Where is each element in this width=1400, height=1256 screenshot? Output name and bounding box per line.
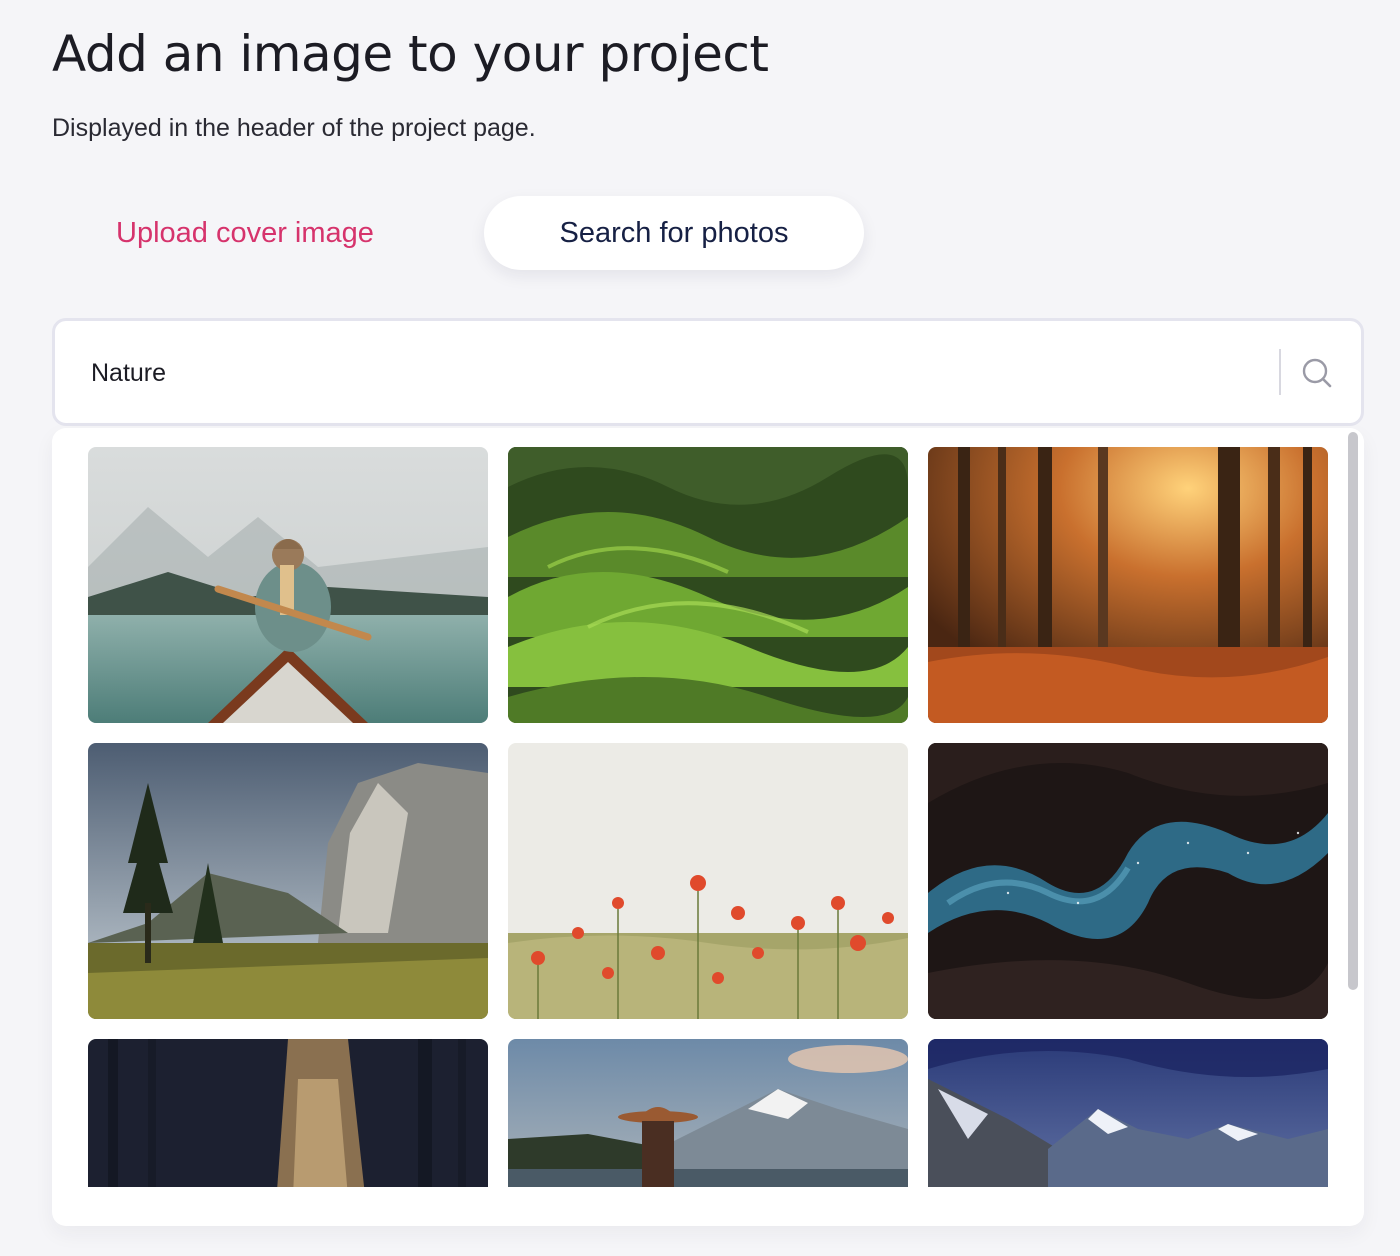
page-subtitle: Displayed in the header of the project p… [52,114,536,142]
photo-snowy-mountains[interactable] [928,1039,1328,1187]
photo-granite-cliff[interactable] [88,743,488,1019]
tab-search-for-photos[interactable]: Search for photos [484,196,864,270]
search-box [52,318,1364,426]
image-source-tabs: Upload cover image Search for photos [52,196,872,272]
photo-dark-forest-trunk[interactable] [88,1039,488,1187]
photo-woman-mountain-lake[interactable] [508,1039,908,1187]
search-input[interactable] [91,345,1251,401]
search-divider [1279,349,1281,395]
photo-grid [88,447,1328,1187]
page-title: Add an image to your project [52,25,769,83]
tab-upload-cover-image[interactable]: Upload cover image [88,196,464,270]
photo-results-panel [52,428,1364,1226]
photo-canoe-lake[interactable] [88,447,488,723]
photo-green-hills[interactable] [508,447,908,723]
results-scrollbar-thumb[interactable] [1348,432,1358,990]
photo-canyon-night[interactable] [928,743,1328,1019]
search-icon[interactable] [1299,355,1335,391]
photo-autumn-forest[interactable] [928,447,1328,723]
photo-poppy-field[interactable] [508,743,908,1019]
